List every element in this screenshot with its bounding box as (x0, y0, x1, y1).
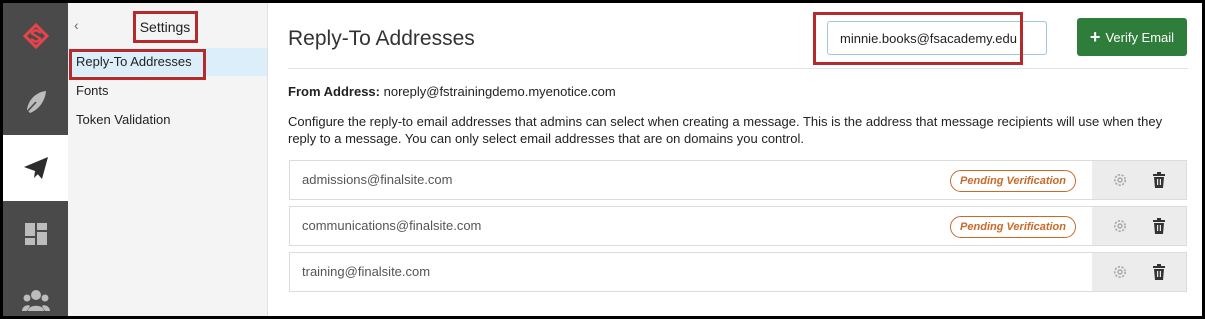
trash-icon[interactable] (1147, 260, 1171, 284)
description-text: Configure the reply-to email addresses t… (288, 114, 1163, 146)
address-row: admissions@finalsite.com Pending Verific… (289, 160, 1187, 200)
app-window: ‹ Settings Reply-To Addresses Fonts Toke… (3, 3, 1202, 316)
trash-icon[interactable] (1147, 168, 1171, 192)
page-title: Reply-To Addresses (288, 27, 475, 50)
paper-plane-icon[interactable] (3, 135, 68, 201)
verify-email-button[interactable]: + Verify Email (1077, 18, 1187, 56)
trash-icon[interactable] (1147, 214, 1171, 238)
address-email: admissions@finalsite.com (302, 172, 453, 187)
header-divider (288, 68, 1188, 69)
finalsite-logo-icon[interactable] (3, 3, 68, 69)
users-icon[interactable] (3, 267, 68, 316)
subnav-title: Settings (139, 19, 191, 35)
from-address-label: From Address: (288, 84, 380, 99)
status-badge: Pending Verification (950, 216, 1076, 238)
main-content: Reply-To Addresses + Verify Email From A… (269, 3, 1202, 316)
gear-icon[interactable] (1108, 260, 1132, 284)
status-badge: Pending Verification (950, 170, 1076, 192)
chevron-left-icon[interactable]: ‹ (74, 17, 79, 33)
address-row: training@finalsite.com (289, 252, 1187, 292)
email-input[interactable] (827, 21, 1047, 55)
feather-icon[interactable] (3, 69, 68, 135)
settings-subnav: ‹ Settings Reply-To Addresses Fonts Toke… (68, 3, 268, 316)
address-email: training@finalsite.com (302, 264, 431, 279)
from-address-value: noreply@fstrainingdemo.myenotice.com (383, 84, 616, 99)
address-row: communications@finalsite.com Pending Ver… (289, 206, 1187, 246)
row-actions (1092, 207, 1186, 245)
row-actions (1092, 253, 1186, 291)
subnav-item-fonts[interactable]: Fonts (68, 77, 267, 105)
subnav-item-token-validation[interactable]: Token Validation (68, 106, 267, 134)
from-address: From Address: noreply@fstrainingdemo.mye… (288, 84, 616, 99)
address-email: communications@finalsite.com (302, 218, 482, 233)
gear-icon[interactable] (1108, 168, 1132, 192)
verify-email-label: Verify Email (1105, 29, 1175, 45)
dashboard-icon[interactable] (3, 201, 68, 267)
subnav-item-reply-to-addresses[interactable]: Reply-To Addresses (68, 48, 267, 76)
icon-rail (3, 3, 68, 316)
gear-icon[interactable] (1108, 214, 1132, 238)
plus-icon: + (1089, 27, 1101, 47)
row-actions (1092, 161, 1186, 199)
